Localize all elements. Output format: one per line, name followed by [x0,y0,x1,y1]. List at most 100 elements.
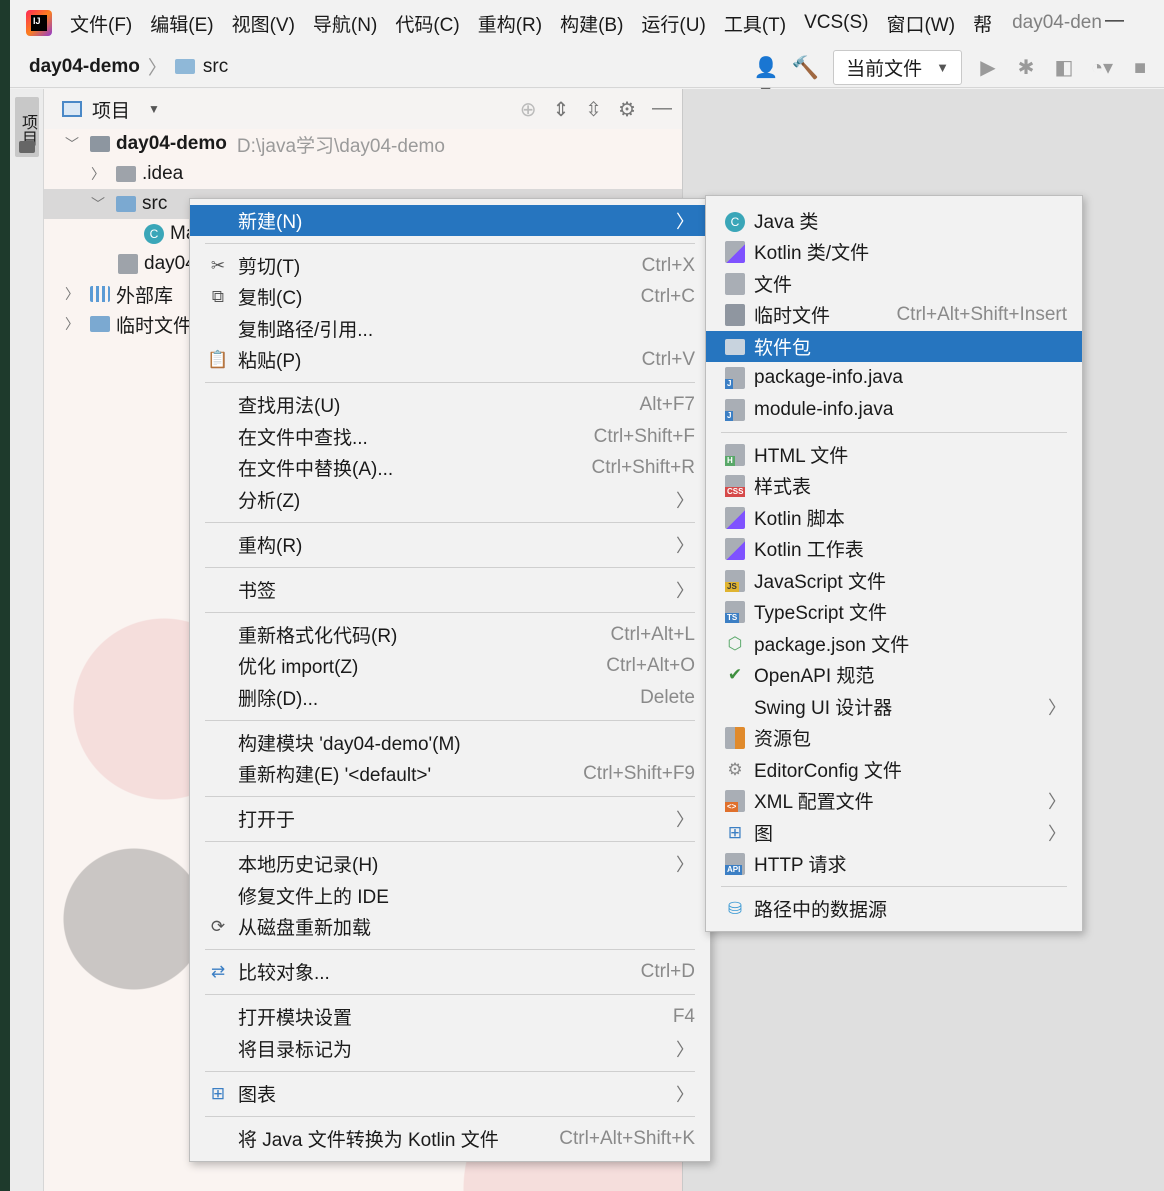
chevron-right-icon[interactable]: 〉 [62,284,82,304]
run-config-selector[interactable]: 当前文件 ▼ [833,50,962,85]
menu-edit[interactable]: 编辑(E) [150,10,213,37]
folder-icon[interactable] [19,141,35,153]
menu-item-refactor[interactable]: 重构(R) 〉 [190,529,710,560]
menu-item-new[interactable]: 新建(N) 〉 [190,205,710,236]
tree-row-idea[interactable]: 〉 .idea [44,159,682,189]
collapse-all-icon[interactable]: ⇳ [585,97,602,122]
new-javascript-file[interactable]: JS JavaScript 文件 [706,565,1082,596]
new-stylesheet[interactable]: CSS 样式表 [706,470,1082,501]
coverage-icon[interactable]: ◧ [1052,56,1076,80]
chevron-right-icon[interactable]: 〉 [88,164,108,184]
menu-item-module-settings[interactable]: 打开模块设置 F4 [190,1001,710,1032]
menu-item-rebuild[interactable]: 重新构建(E) '<default>' Ctrl+Shift+F9 [190,758,710,789]
chevron-down-icon[interactable]: ﹀ [88,194,108,214]
stop-icon[interactable]: ■ [1128,56,1152,80]
run-icon[interactable]: ▶ [976,56,1000,80]
menu-item-find-usages[interactable]: 查找用法(U) Alt+F7 [190,389,710,420]
menu-item-compare[interactable]: ⇄ 比较对象... Ctrl+D [190,956,710,987]
menu-tools[interactable]: 工具(T) [724,10,786,37]
new-module-info[interactable]: J module-info.java [706,394,1082,425]
menu-refactor[interactable]: 重构(R) [478,10,542,37]
new-http-request[interactable]: API HTTP 请求 [706,848,1082,879]
menu-item-paste[interactable]: 📋 粘贴(P) Ctrl+V [190,344,710,375]
new-kotlin-script[interactable]: Kotlin 脚本 [706,502,1082,533]
menu-item-replace-in-files[interactable]: 在文件中替换(A)... Ctrl+Shift+R [190,452,710,483]
panel-title[interactable]: 项目 [92,96,130,123]
menu-item-copy-path[interactable]: 复制路径/引用... [190,313,710,344]
minimize-button[interactable]: — [1105,10,1124,32]
separator [721,432,1067,433]
new-editorconfig[interactable]: ⚙ EditorConfig 文件 [706,754,1082,785]
menu-run[interactable]: 运行(U) [641,10,705,37]
breadcrumb-project[interactable]: day04-demo [29,56,140,78]
nodejs-icon: ⬡ [727,633,743,653]
new-html-file[interactable]: H HTML 文件 [706,439,1082,470]
profile-icon[interactable]: ◔▾ [1090,56,1114,80]
menu-item-bookmarks[interactable]: 书签 〉 [190,574,710,605]
gear-icon[interactable]: ⚙ [618,97,636,122]
chevron-down-icon[interactable]: ▼ [148,102,160,116]
toolbar-right: 👤▾ 🔨 当前文件 ▼ ▶ ✱ ◧ ◔▾ ■ [754,50,1152,103]
chevron-down-icon: ▼ [936,60,949,75]
new-java-class[interactable]: C Java 类 [706,205,1082,236]
menu-item-mark-directory[interactable]: 将目录标记为 〉 [190,1033,710,1064]
new-datasource-in-path[interactable]: ⛁ 路径中的数据源 [706,893,1082,924]
expand-all-icon[interactable]: ⇕ [553,97,570,122]
new-package-json[interactable]: ⬡ package.json 文件 [706,628,1082,659]
hide-icon[interactable]: — [652,97,672,122]
separator [205,1116,695,1117]
menu-item-open-in[interactable]: 打开于 〉 [190,803,710,834]
menu-item-build-module[interactable]: 构建模块 'day04-demo'(M) [190,727,710,758]
menu-item-analyze[interactable]: 分析(Z) 〉 [190,484,710,515]
project-folder-icon [90,136,110,152]
menu-file[interactable]: 文件(F) [70,10,132,37]
new-xml-config[interactable]: <> XML 配置文件 〉 [706,785,1082,816]
menu-help[interactable]: 帮 [973,10,992,37]
menu-navigate[interactable]: 导航(N) [313,10,377,37]
menu-item-diagrams[interactable]: ⊞ 图表 〉 [190,1078,710,1109]
new-kotlin-worksheet[interactable]: Kotlin 工作表 [706,533,1082,564]
menu-item-copy[interactable]: ⧉ 复制(C) Ctrl+C [190,281,710,312]
new-scratch-file[interactable]: 临时文件 Ctrl+Alt+Shift+Insert [706,299,1082,330]
build-hammer-icon[interactable]: 🔨 [792,55,819,81]
menu-item-convert-kotlin[interactable]: 将 Java 文件转换为 Kotlin 文件 Ctrl+Alt+Shift+K [190,1123,710,1154]
menu-view[interactable]: 视图(V) [232,10,295,37]
new-submenu: C Java 类 Kotlin 类/文件 文件 临时文件 Ctrl+Alt+Sh… [705,195,1083,932]
new-kotlin-file[interactable]: Kotlin 类/文件 [706,236,1082,267]
menu-vcs[interactable]: VCS(S) [804,12,868,34]
chevron-right-icon[interactable]: 〉 [62,314,82,334]
menu-item-reformat[interactable]: 重新格式化代码(R) Ctrl+Alt+L [190,619,710,650]
intellij-logo[interactable]: IJ [26,10,52,36]
user-icon[interactable]: 👤▾ [754,56,779,103]
menu-window[interactable]: 窗口(W) [886,10,955,37]
locate-icon[interactable]: ⊕ [520,97,537,122]
new-package-info[interactable]: J package-info.java [706,362,1082,393]
menu-item-optimize-imports[interactable]: 优化 import(Z) Ctrl+Alt+O [190,650,710,681]
new-package[interactable]: 软件包 [706,331,1082,362]
separator [721,886,1067,887]
debug-icon[interactable]: ✱ [1014,56,1038,80]
menu-item-find-in-files[interactable]: 在文件中查找... Ctrl+Shift+F [190,421,710,452]
tree-row-root[interactable]: ﹀ day04-demo D:\java学习\day04-demo [44,129,682,159]
file-badge-css: CSS [725,486,746,497]
new-resource-bundle[interactable]: 资源包 [706,722,1082,753]
breadcrumb-folder[interactable]: src [203,56,228,78]
new-diagram[interactable]: ⊞ 图 〉 [706,817,1082,848]
navigation-bar: day04-demo 〉 src 👤▾ 🔨 当前文件 ▼ ▶ ✱ ◧ ◔▾ ■ [10,46,1164,103]
root-name: day04-demo [116,133,227,154]
menu-code[interactable]: 代码(C) [395,10,459,37]
new-openapi-spec[interactable]: ✔ OpenAPI 规范 [706,659,1082,690]
reload-icon: ⟳ [210,916,226,936]
menu-item-delete[interactable]: 删除(D)... Delete [190,682,710,713]
menu-item-local-history[interactable]: 本地历史记录(H) 〉 [190,848,710,879]
chevron-right-icon: 〉 [1048,823,1066,844]
menu-item-cut[interactable]: ✂ 剪切(T) Ctrl+X [190,250,710,281]
menu-build[interactable]: 构建(B) [560,10,623,37]
new-typescript-file[interactable]: TS TypeScript 文件 [706,596,1082,627]
chevron-down-icon[interactable]: ﹀ [62,134,82,154]
menu-item-reload-from-disk[interactable]: ⟳ 从磁盘重新加载 [190,911,710,942]
menu-item-repair-ide[interactable]: 修复文件上的 IDE [190,880,710,911]
new-swing-ui[interactable]: Swing UI 设计器 〉 [706,691,1082,722]
window-title: day04-den [1012,12,1102,33]
new-file[interactable]: 文件 [706,268,1082,299]
